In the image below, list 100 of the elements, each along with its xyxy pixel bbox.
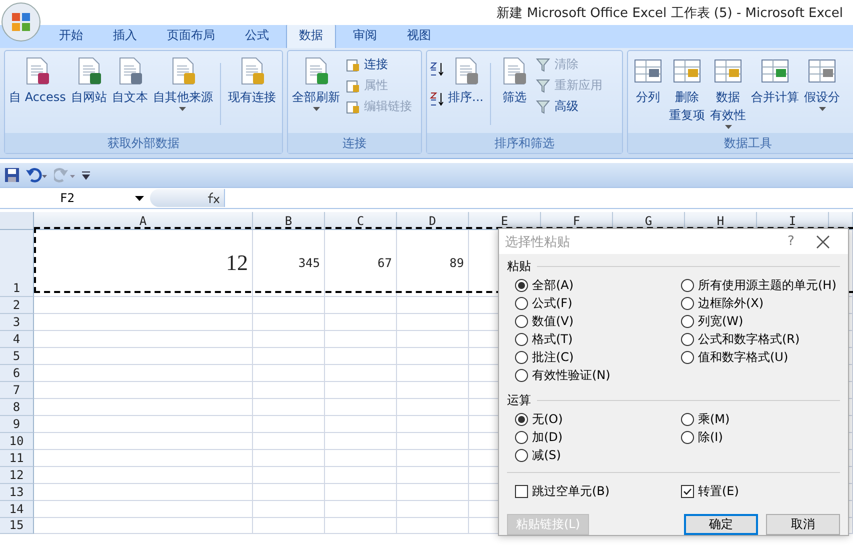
checkbox[interactable] (681, 485, 694, 498)
help-button[interactable]: ? (776, 234, 806, 250)
radio-button[interactable] (681, 413, 694, 426)
row-header[interactable]: 15 (0, 518, 34, 534)
ribbon-button[interactable]: 连接 (343, 55, 414, 74)
radio-option[interactable]: 数值(V) (515, 313, 681, 330)
radio-button[interactable] (681, 431, 694, 444)
radio-option[interactable]: 批注(C) (515, 349, 681, 366)
column-header[interactable]: A (34, 212, 253, 230)
ribbon-button[interactable]: 自文本 (110, 55, 150, 105)
radio-option[interactable]: 加(D) (515, 429, 681, 446)
ribbon-tab[interactable]: 审阅 (340, 23, 390, 48)
ribbon-tab[interactable]: 插入 (100, 23, 150, 48)
row-header[interactable]: 13 (0, 484, 34, 501)
undo-icon[interactable] (26, 167, 48, 183)
row-header[interactable]: 2 (0, 297, 34, 314)
row-header[interactable]: 5 (0, 348, 34, 365)
sort-descending-icon[interactable] (429, 91, 445, 107)
table-cell: 345 (253, 230, 325, 297)
function-icon[interactable] (206, 192, 220, 204)
ribbon-button[interactable]: 假设分 (802, 55, 842, 111)
checkbox[interactable] (515, 485, 528, 498)
radio-button[interactable] (515, 297, 528, 310)
row-header[interactable]: 7 (0, 382, 34, 399)
radio-button[interactable] (515, 333, 528, 346)
ribbon-tab[interactable]: 视图 (394, 23, 444, 48)
column-header[interactable]: C (325, 212, 397, 230)
ribbon-tab[interactable]: 数据 (286, 23, 336, 48)
group-title: 数据工具 (628, 133, 853, 153)
column-header[interactable]: B (253, 212, 325, 230)
customize-icon[interactable] (82, 170, 90, 180)
radio-button[interactable] (515, 315, 528, 328)
radio-option[interactable]: 格式(T) (515, 331, 681, 348)
radio-button[interactable] (681, 333, 694, 346)
row-header[interactable]: 11 (0, 450, 34, 467)
radio-button[interactable] (515, 431, 528, 444)
radio-button[interactable] (515, 449, 528, 462)
ribbon-button[interactable]: 删除 重复项 (667, 55, 707, 123)
ribbon-button[interactable]: 全部刷新 (290, 55, 342, 111)
ribbon-button[interactable]: 自其他来源 (150, 55, 215, 111)
save-icon[interactable] (4, 167, 20, 183)
radio-button[interactable] (515, 413, 528, 426)
radio-option[interactable]: 除(I) (681, 429, 848, 446)
radio-option[interactable]: 有效性验证(N) (515, 367, 681, 384)
checkbox-option[interactable]: 转置(E) (681, 483, 848, 500)
dialog-title: 选择性粘贴 (505, 234, 570, 251)
radio-option[interactable]: 公式和数字格式(R) (681, 331, 848, 348)
radio-button[interactable] (515, 351, 528, 364)
radio-option[interactable]: 全部(A) (515, 277, 681, 294)
row-header[interactable]: 8 (0, 399, 34, 416)
radio-option[interactable]: 列宽(W) (681, 313, 848, 330)
row-header[interactable]: 1 (0, 230, 34, 297)
ribbon-button[interactable]: 排序... (446, 55, 486, 105)
ribbon-button[interactable]: 筛选 (496, 55, 532, 105)
ribbon-button[interactable]: 高级 (533, 97, 604, 116)
radio-button[interactable] (515, 279, 528, 292)
radio-option[interactable]: 公式(F) (515, 295, 681, 312)
table-cell (253, 297, 325, 314)
row-header[interactable]: 14 (0, 501, 34, 518)
ribbon-button[interactable]: 数据 有效性 (708, 55, 748, 129)
ribbon-button[interactable]: 现有连接 (226, 55, 278, 105)
ribbon-button[interactable]: 合并计算 (749, 55, 801, 105)
table-cell (325, 501, 397, 518)
radio-option[interactable]: 无(O) (515, 411, 681, 428)
dialog-button[interactable]: 确定 (684, 514, 758, 535)
sort-ascending-icon[interactable] (429, 61, 445, 77)
column-header[interactable]: D (397, 212, 469, 230)
radio-button[interactable] (681, 315, 694, 328)
table-cell (325, 365, 397, 382)
radio-option[interactable]: 减(S) (515, 447, 681, 464)
table-cell (253, 433, 325, 450)
radio-option[interactable]: 乘(M) (681, 411, 848, 428)
table-cell (253, 399, 325, 416)
checkbox-option[interactable]: 跳过空单元(B) (515, 483, 681, 500)
radio-option[interactable]: 边框除外(X) (681, 295, 848, 312)
row-header[interactable]: 9 (0, 416, 34, 433)
table-cell (253, 501, 325, 518)
caret-icon (135, 196, 144, 200)
radio-button[interactable] (515, 369, 528, 382)
radio-option[interactable]: 所有使用源主题的单元(H) (681, 277, 848, 294)
ribbon-tab[interactable]: 开始 (46, 23, 96, 48)
ribbon-tab[interactable]: 页面布局 (154, 23, 228, 48)
row-header[interactable]: 3 (0, 314, 34, 331)
table-cell (325, 416, 397, 433)
ribbon-button[interactable]: 分列 (630, 55, 666, 105)
radio-button[interactable] (681, 351, 694, 364)
ribbon-button[interactable]: 自 Access (7, 55, 68, 105)
row-header[interactable]: 6 (0, 365, 34, 382)
dialog-button[interactable]: 取消 (766, 514, 840, 535)
row-header[interactable]: 12 (0, 467, 34, 484)
radio-button[interactable] (681, 297, 694, 310)
close-icon[interactable] (816, 234, 830, 249)
radio-option[interactable]: 值和数字格式(U) (681, 349, 848, 366)
ribbon-tab[interactable]: 公式 (232, 23, 282, 48)
table-cell (253, 416, 325, 433)
row-header[interactable]: 10 (0, 433, 34, 450)
radio-button[interactable] (681, 279, 694, 292)
table-cell (325, 484, 397, 501)
ribbon-button[interactable]: 自网站 (68, 55, 109, 105)
row-header[interactable]: 4 (0, 331, 34, 348)
